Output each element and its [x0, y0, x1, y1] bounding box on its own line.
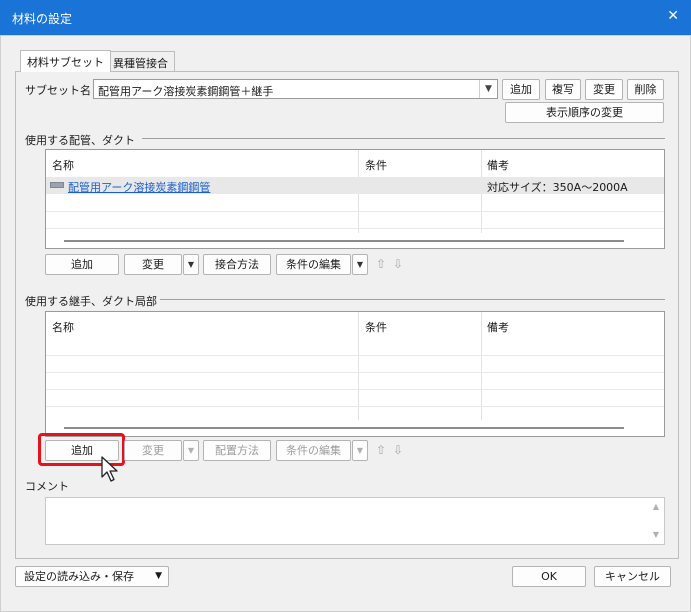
row-divider [46, 228, 664, 229]
tab-dissimilar-joint[interactable]: 異種管接合 [106, 51, 175, 71]
move-up-icon[interactable]: ⇧ [374, 440, 388, 461]
subset-name-label: サブセット名 [25, 84, 91, 97]
horizontal-scrollbar[interactable] [64, 427, 624, 429]
pipes-table[interactable]: 名称 条件 備考 配管用アーク溶接炭素鋼鋼管 対応サイズ：350A～2000A [45, 149, 665, 249]
row-divider [46, 389, 664, 390]
dropdown-arrow-icon[interactable]: ▼ [183, 440, 199, 461]
pipe-name-link[interactable]: 配管用アーク溶接炭素鋼鋼管 [68, 179, 210, 195]
pipe-note: 対応サイズ：350A～2000A [487, 181, 628, 194]
pipe-edit-condition-button[interactable]: 条件の編集 [276, 254, 351, 275]
pipe-icon [50, 182, 64, 188]
divider [160, 299, 665, 300]
dropdown-arrow-icon[interactable]: ▼ [352, 254, 368, 275]
divider [142, 138, 665, 139]
move-down-icon[interactable]: ⇩ [391, 440, 405, 461]
fitting-placement-method-button[interactable]: 配置方法 [203, 440, 271, 461]
fittings-group-title: 使用する継手、ダクト局部 [25, 295, 157, 308]
subset-copy-button[interactable]: 複写 [545, 79, 581, 100]
comment-label: コメント [25, 480, 69, 493]
move-down-icon[interactable]: ⇩ [391, 254, 405, 275]
ok-button[interactable]: OK [512, 566, 586, 587]
subset-name-combobox[interactable]: 配管用アーク溶接炭素鋼鋼管＋継手 ▼ [93, 79, 498, 99]
column-header-note: 備考 [487, 159, 509, 172]
scroll-up-icon[interactable]: ▲ [653, 502, 659, 511]
row-divider [46, 406, 664, 407]
horizontal-scrollbar[interactable] [64, 240, 624, 242]
dropdown-arrow-icon[interactable]: ▼ [183, 254, 199, 275]
title-bar: 材料の設定 ✕ [0, 0, 691, 35]
pipe-joint-method-button[interactable]: 接合方法 [203, 254, 271, 275]
row-divider [46, 211, 664, 212]
subset-add-button[interactable]: 追加 [502, 79, 540, 100]
row-divider [46, 355, 664, 356]
chevron-down-icon: ▼ [155, 571, 162, 581]
column-header-condition: 条件 [365, 321, 387, 334]
table-row[interactable]: 配管用アーク溶接炭素鋼鋼管 対応サイズ：350A～2000A [46, 177, 664, 194]
window-title: 材料の設定 [12, 12, 73, 26]
subset-name-value: 配管用アーク溶接炭素鋼鋼管＋継手 [98, 85, 274, 98]
fittings-table[interactable]: 名称 条件 備考 [45, 311, 665, 437]
column-header-name: 名称 [52, 159, 74, 172]
subset-change-button[interactable]: 変更 [585, 79, 623, 100]
tab-material-subset[interactable]: 材料サブセット [20, 50, 111, 72]
chevron-down-icon[interactable]: ▼ [479, 80, 497, 98]
cancel-button[interactable]: キャンセル [594, 566, 671, 587]
close-icon[interactable]: ✕ [667, 8, 679, 24]
scroll-down-icon[interactable]: ▼ [653, 530, 659, 539]
pipe-add-button[interactable]: 追加 [45, 254, 119, 275]
row-divider [46, 372, 664, 373]
fitting-change-button[interactable]: 変更 [124, 440, 182, 461]
pipes-group-title: 使用する配管、ダクト [25, 134, 135, 147]
comment-textarea[interactable]: ▲ ▼ [45, 497, 665, 545]
pipe-change-button[interactable]: 変更 [124, 254, 182, 275]
fitting-edit-condition-button[interactable]: 条件の編集 [276, 440, 351, 461]
column-header-condition: 条件 [365, 159, 387, 172]
subset-delete-button[interactable]: 削除 [627, 79, 664, 100]
material-settings-dialog: 材料の設定 ✕ 材料サブセット 異種管接合 サブセット名 配管用アーク溶接炭素鋼… [0, 0, 691, 612]
load-save-label: 設定の読み込み・保存 [24, 570, 134, 583]
display-order-button[interactable]: 表示順序の変更 [505, 102, 664, 123]
mouse-cursor-icon [101, 456, 118, 482]
column-divider [481, 312, 482, 420]
dropdown-arrow-icon[interactable]: ▼ [352, 440, 368, 461]
load-save-settings-button[interactable]: 設定の読み込み・保存 ▼ [15, 566, 169, 587]
column-divider [358, 312, 359, 420]
move-up-icon[interactable]: ⇧ [374, 254, 388, 275]
column-header-name: 名称 [52, 321, 74, 334]
column-header-note: 備考 [487, 321, 509, 334]
